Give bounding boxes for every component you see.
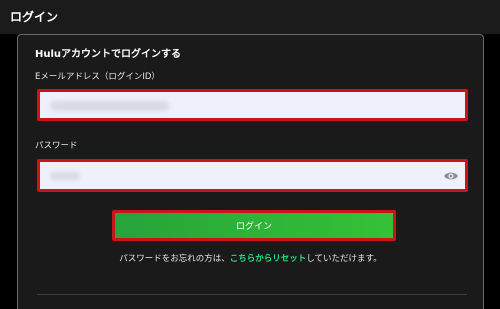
reset-text-before: パスワードをお忘れの方は、 xyxy=(119,254,230,264)
password-label: パスワード xyxy=(35,141,78,151)
password-input[interactable] xyxy=(40,162,465,189)
login-button[interactable]: ログイン xyxy=(115,213,393,238)
password-masked-value xyxy=(50,172,80,180)
page-header: ログイン xyxy=(0,0,500,34)
password-reset-text: パスワードをお忘れの方は、こちらからリセットしていただけます。 xyxy=(18,254,483,264)
login-panel: Huluアカウントでログインする Eメールアドレス（ログインID） パスワード … xyxy=(17,34,484,309)
eye-icon[interactable] xyxy=(443,168,459,184)
password-field-highlight xyxy=(37,159,468,192)
page-title: ログイン xyxy=(10,10,59,24)
email-label: Eメールアドレス（ログインID） xyxy=(35,72,160,82)
reset-text-after: していただけます。 xyxy=(306,254,382,264)
email-masked-value xyxy=(50,101,170,111)
login-section-title: Huluアカウントでログインする xyxy=(35,49,182,60)
login-button-highlight: ログイン xyxy=(112,210,396,241)
divider xyxy=(37,294,467,295)
reset-link[interactable]: こちらからリセット xyxy=(230,254,307,264)
email-field-highlight xyxy=(37,89,468,121)
